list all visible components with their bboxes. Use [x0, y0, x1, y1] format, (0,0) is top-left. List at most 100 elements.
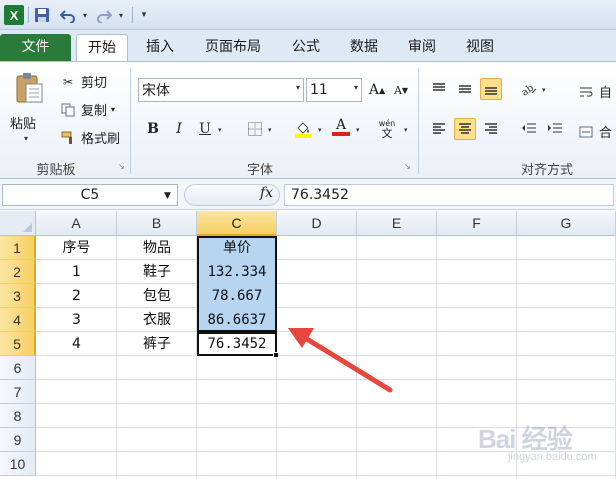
orientation-dropdown-icon[interactable]: ▾ [542, 86, 546, 94]
excel-logo-icon[interactable]: X [4, 5, 24, 25]
cell-a5[interactable]: 4 [36, 332, 117, 356]
name-box-dropdown-icon[interactable]: ▼ [164, 191, 171, 201]
borders-icon[interactable] [244, 118, 266, 140]
align-top-icon[interactable] [428, 78, 450, 100]
row-header-6[interactable]: 6 [0, 356, 36, 380]
column-header-e[interactable]: E [357, 211, 437, 236]
cell-c5[interactable]: 76.3452 [197, 332, 277, 356]
phonetic-guide-icon[interactable]: wén 文 [376, 118, 398, 140]
group-separator [130, 68, 131, 174]
cell-b4[interactable]: 衣服 [117, 308, 197, 332]
cut-label: 剪切 [81, 76, 108, 91]
chevron-down-icon[interactable]: ▾ [354, 83, 358, 92]
align-middle-icon[interactable] [454, 78, 476, 100]
merge-center-button[interactable]: 合 [578, 122, 612, 141]
cell-c1[interactable]: 单价 [197, 236, 277, 260]
format-painter-button[interactable]: 格式刷 [60, 128, 120, 147]
row-header-5[interactable]: 5 [0, 332, 36, 356]
insert-function-icon[interactable]: fx [260, 185, 273, 201]
redo-icon[interactable] [96, 4, 112, 26]
wrap-text-button[interactable]: 自 [578, 82, 612, 101]
row-header-3[interactable]: 3 [0, 284, 36, 308]
column-header-f[interactable]: F [437, 211, 517, 236]
formula-input[interactable]: 76.3452 [284, 184, 614, 206]
clipboard-group-label: 剪贴板 [36, 163, 76, 178]
underline-dropdown-icon[interactable]: ▾ [218, 126, 222, 134]
cell-a4[interactable]: 3 [36, 308, 117, 332]
merge-label: 合 [599, 126, 613, 141]
column-header-g[interactable]: G [517, 211, 616, 236]
grow-font-icon[interactable]: A ▲ [366, 79, 388, 101]
paste-dropdown-icon[interactable]: ▾ [24, 134, 28, 143]
cut-button[interactable]: ✂ 剪切 [60, 72, 108, 92]
format-painter-label: 格式刷 [81, 132, 121, 147]
phonetic-dropdown-icon[interactable]: ▾ [404, 126, 408, 134]
tab-insert[interactable]: 插入 [136, 34, 184, 61]
row-header-4[interactable]: 4 [0, 308, 36, 332]
svg-text:ab: ab [520, 82, 536, 97]
column-header-c[interactable]: C [197, 211, 277, 236]
row-header-8[interactable]: 8 [0, 404, 36, 428]
orientation-icon[interactable]: ab [518, 78, 540, 100]
row-header-2[interactable]: 2 [0, 260, 36, 284]
name-box[interactable]: C5 [2, 184, 178, 206]
font-color-icon[interactable]: A [330, 116, 352, 138]
bold-button[interactable]: B [142, 118, 164, 140]
cell-a1[interactable]: 序号 [36, 236, 117, 260]
row-header-9[interactable]: 9 [0, 428, 36, 452]
font-color-dropdown-icon[interactable]: ▾ [356, 126, 360, 134]
align-left-icon[interactable] [428, 118, 450, 140]
cell-b2[interactable]: 鞋子 [117, 260, 197, 284]
cell-b3[interactable]: 包包 [117, 284, 197, 308]
tab-file[interactable]: 文件 [0, 34, 71, 61]
undo-dropdown-icon[interactable]: ▾ [80, 4, 90, 26]
font-name-value: 宋体 [142, 83, 170, 99]
decrease-indent-icon[interactable] [518, 118, 540, 140]
column-header-a[interactable]: A [36, 211, 117, 236]
align-right-icon[interactable] [480, 118, 502, 140]
tab-data[interactable]: 数据 [338, 34, 390, 61]
undo-icon[interactable] [60, 4, 76, 26]
clipboard-launcher-icon[interactable]: ↘ [118, 162, 127, 171]
select-all-button[interactable] [0, 211, 36, 236]
align-bottom-icon[interactable] [480, 78, 502, 100]
tab-home[interactable]: 开始 [76, 34, 128, 61]
row-header-10[interactable]: 10 [0, 452, 36, 476]
font-name-select[interactable]: 宋体 ▾ [138, 78, 304, 102]
row-header-7[interactable]: 7 [0, 380, 36, 404]
save-icon[interactable] [34, 4, 50, 26]
cell-b5[interactable]: 裤子 [117, 332, 197, 356]
copy-button[interactable]: 复制 ▾ [60, 100, 115, 119]
font-size-select[interactable]: 11 ▾ [306, 78, 362, 102]
shrink-font-icon[interactable]: A ▼ [390, 79, 412, 101]
chevron-down-icon[interactable]: ▾ [296, 83, 300, 92]
font-launcher-icon[interactable]: ↘ [404, 162, 413, 171]
italic-button[interactable]: I [168, 118, 190, 140]
baidu-jingyan-watermark: Bai 经验 jingyan.baidu.com [478, 419, 616, 471]
borders-dropdown-icon[interactable]: ▾ [268, 126, 272, 134]
paste-icon[interactable] [14, 72, 44, 104]
column-header-d[interactable]: D [277, 211, 357, 236]
fill-color-dropdown-icon[interactable]: ▾ [318, 126, 322, 134]
cell-b1[interactable]: 物品 [117, 236, 197, 260]
customize-toolbar-icon[interactable]: ▾ [138, 4, 150, 26]
tab-view[interactable]: 视图 [454, 34, 506, 61]
cell-a3[interactable]: 2 [36, 284, 117, 308]
underline-button[interactable]: U [194, 118, 216, 140]
fill-color-icon[interactable] [292, 118, 314, 140]
cell-c3[interactable]: 78.667 [197, 284, 277, 308]
wrap-text-label: 自 [599, 86, 613, 101]
row-header-1[interactable]: 1 [0, 236, 36, 260]
column-header-b[interactable]: B [117, 211, 197, 236]
align-center-icon[interactable] [454, 118, 476, 140]
tab-page-layout[interactable]: 页面布局 [194, 34, 272, 61]
copy-dropdown-icon[interactable]: ▾ [111, 105, 115, 114]
cell-a2[interactable]: 1 [36, 260, 117, 284]
paste-button[interactable]: 粘贴 [10, 113, 36, 132]
tab-review[interactable]: 审阅 [398, 34, 446, 61]
cell-c4[interactable]: 86.6637 [197, 308, 277, 332]
increase-indent-icon[interactable] [544, 118, 566, 140]
redo-dropdown-icon[interactable]: ▾ [116, 4, 126, 26]
cell-c2[interactable]: 132.334 [197, 260, 277, 284]
tab-formulas[interactable]: 公式 [282, 34, 330, 61]
